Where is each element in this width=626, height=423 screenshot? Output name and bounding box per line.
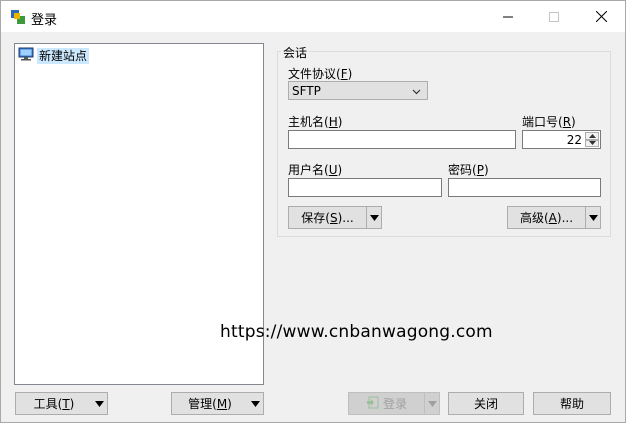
help-button-label: 帮助 [559, 397, 584, 411]
login-button: 登录 [348, 392, 440, 415]
tools-button[interactable]: 工具(T) [15, 392, 108, 415]
winscp-icon [10, 9, 26, 25]
user-label: 用户名(U) [288, 163, 343, 177]
chevron-down-icon[interactable] [248, 393, 263, 414]
help-button[interactable]: 帮助 [533, 392, 611, 415]
login-button-content: 登录 [349, 395, 424, 412]
chevron-down-icon [424, 393, 439, 414]
user-input[interactable] [288, 178, 442, 197]
host-input[interactable] [288, 130, 516, 149]
tree-item-label: 新建站点 [37, 47, 90, 64]
login-window: 登录 新建站点 会话 文件协议(F) SFTP 主机名(H) 端口号(R) 22… [0, 0, 626, 423]
port-spinner[interactable]: 22 [522, 130, 601, 149]
save-button-label: 保存(S)... [301, 211, 354, 225]
close-window-button[interactable] [578, 1, 624, 32]
protocol-value: SFTP [292, 83, 321, 98]
login-button-label: 登录 [382, 397, 407, 411]
spin-down-icon[interactable] [585, 139, 599, 147]
watermark-text: https://www.cnbanwagong.com [220, 322, 493, 342]
close-button[interactable]: 关闭 [448, 392, 524, 415]
advanced-button-label: 高级(A)... [519, 211, 574, 225]
login-icon [366, 396, 379, 412]
tree-item-new-site[interactable]: 新建站点 [18, 47, 92, 64]
password-label: 密码(P) [448, 163, 489, 177]
chevron-down-icon[interactable] [92, 393, 107, 414]
close-button-label: 关闭 [473, 397, 498, 411]
advanced-button[interactable]: 高级(A)... [507, 206, 601, 229]
tools-button-label: 工具(T) [33, 397, 75, 411]
chevron-down-icon [412, 85, 421, 99]
port-value: 22 [566, 133, 582, 147]
computer-icon [18, 47, 34, 64]
manage-button-label: 管理(M) [188, 397, 232, 411]
protocol-select[interactable]: SFTP [288, 81, 428, 100]
minimize-button[interactable] [485, 1, 531, 32]
spin-up-icon[interactable] [585, 132, 599, 140]
manage-button[interactable]: 管理(M) [171, 392, 264, 415]
maximize-button [531, 1, 577, 32]
password-input[interactable] [448, 178, 601, 197]
session-group-title: 会话 [281, 44, 310, 61]
title-bar[interactable]: 登录 [1, 1, 625, 32]
chevron-down-icon[interactable] [585, 207, 600, 228]
window-title: 登录 [31, 13, 58, 28]
host-label: 主机名(H) [288, 115, 343, 129]
save-button[interactable]: 保存(S)... [288, 206, 382, 229]
chevron-down-icon[interactable] [366, 207, 381, 228]
protocol-label: 文件协议(F) [288, 67, 353, 81]
port-label: 端口号(R) [522, 115, 576, 129]
